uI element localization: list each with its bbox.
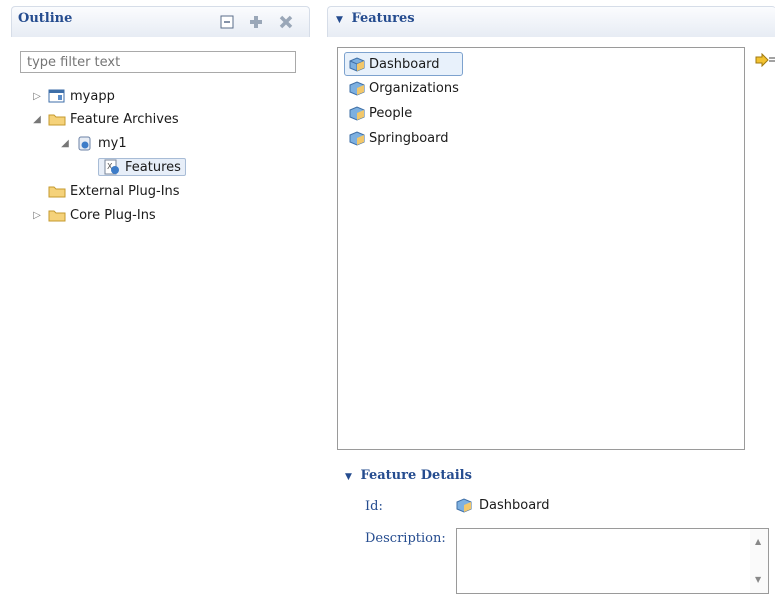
list-item-organizations[interactable]: Organizations: [344, 77, 459, 99]
feature-icon: [349, 131, 365, 146]
scroll-up-icon[interactable]: ▲: [755, 537, 761, 546]
collapse-all-icon[interactable]: [219, 14, 235, 30]
tree-label: Features: [125, 159, 181, 175]
list-item-dashboard[interactable]: Dashboard: [344, 52, 463, 76]
tree-item-core-plugins[interactable]: ▷ Core Plug-Ins: [30, 204, 156, 226]
collapse-icon[interactable]: ◢: [58, 138, 72, 149]
expand-icon[interactable]: ▷: [30, 91, 44, 102]
expand-icon[interactable]: ▷: [30, 210, 44, 221]
tree-label: my1: [98, 135, 127, 151]
collapse-icon[interactable]: ◢: [30, 114, 44, 125]
list-item-label: Dashboard: [369, 56, 440, 72]
section-toggle-icon[interactable]: ▼: [336, 15, 343, 25]
id-value: Dashboard: [455, 497, 550, 513]
tree-label: Core Plug-Ins: [70, 207, 156, 223]
tree-item-myapp[interactable]: ▷ myapp: [30, 85, 115, 107]
archive-icon: [78, 136, 91, 151]
section-toggle-icon[interactable]: ▼: [345, 472, 352, 482]
feature-icon: [349, 57, 365, 72]
list-item-label: People: [369, 105, 413, 121]
list-item-springboard[interactable]: Springboard: [344, 127, 449, 149]
id-label: Id:: [365, 499, 383, 514]
tree-label: myapp: [70, 88, 115, 104]
description-field[interactable]: ▲ ▼: [456, 528, 769, 594]
feature-icon: [349, 106, 365, 121]
features-title[interactable]: ▼ Features: [336, 11, 415, 26]
tree-selection[interactable]: X Features: [98, 158, 186, 176]
list-item-label: Organizations: [369, 80, 459, 96]
details-title[interactable]: ▼ Feature Details: [345, 468, 472, 483]
tree-label: External Plug-Ins: [70, 183, 180, 199]
filter-input[interactable]: [20, 51, 296, 73]
tree-label: Feature Archives: [70, 111, 179, 127]
folder-icon: [48, 210, 66, 222]
list-item-people[interactable]: People: [344, 102, 412, 124]
tree-item-my1[interactable]: ◢ my1: [58, 132, 127, 154]
description-scrollbar[interactable]: ▲ ▼: [750, 529, 768, 593]
outline-title: Outline: [18, 11, 73, 26]
add-to-list-icon[interactable]: [755, 53, 775, 67]
description-label: Description:: [365, 531, 446, 546]
remove-icon[interactable]: [278, 14, 294, 30]
feature-icon: [456, 498, 472, 513]
tree-item-feature-archives[interactable]: ◢ Feature Archives: [30, 108, 179, 130]
scroll-down-icon[interactable]: ▼: [755, 575, 761, 584]
application-icon: [48, 89, 65, 103]
features-file-icon: X: [104, 159, 119, 175]
folder-icon: [48, 186, 66, 198]
tree-item-external-plugins[interactable]: External Plug-Ins: [44, 180, 180, 202]
feature-icon: [349, 81, 365, 96]
add-icon[interactable]: [248, 14, 264, 30]
id-value-text: Dashboard: [479, 497, 550, 513]
list-item-label: Springboard: [369, 130, 449, 146]
tree-item-features[interactable]: X Features: [98, 156, 186, 178]
features-list[interactable]: Dashboard Organizations People Springboa…: [337, 47, 745, 450]
folder-icon: [48, 114, 66, 126]
